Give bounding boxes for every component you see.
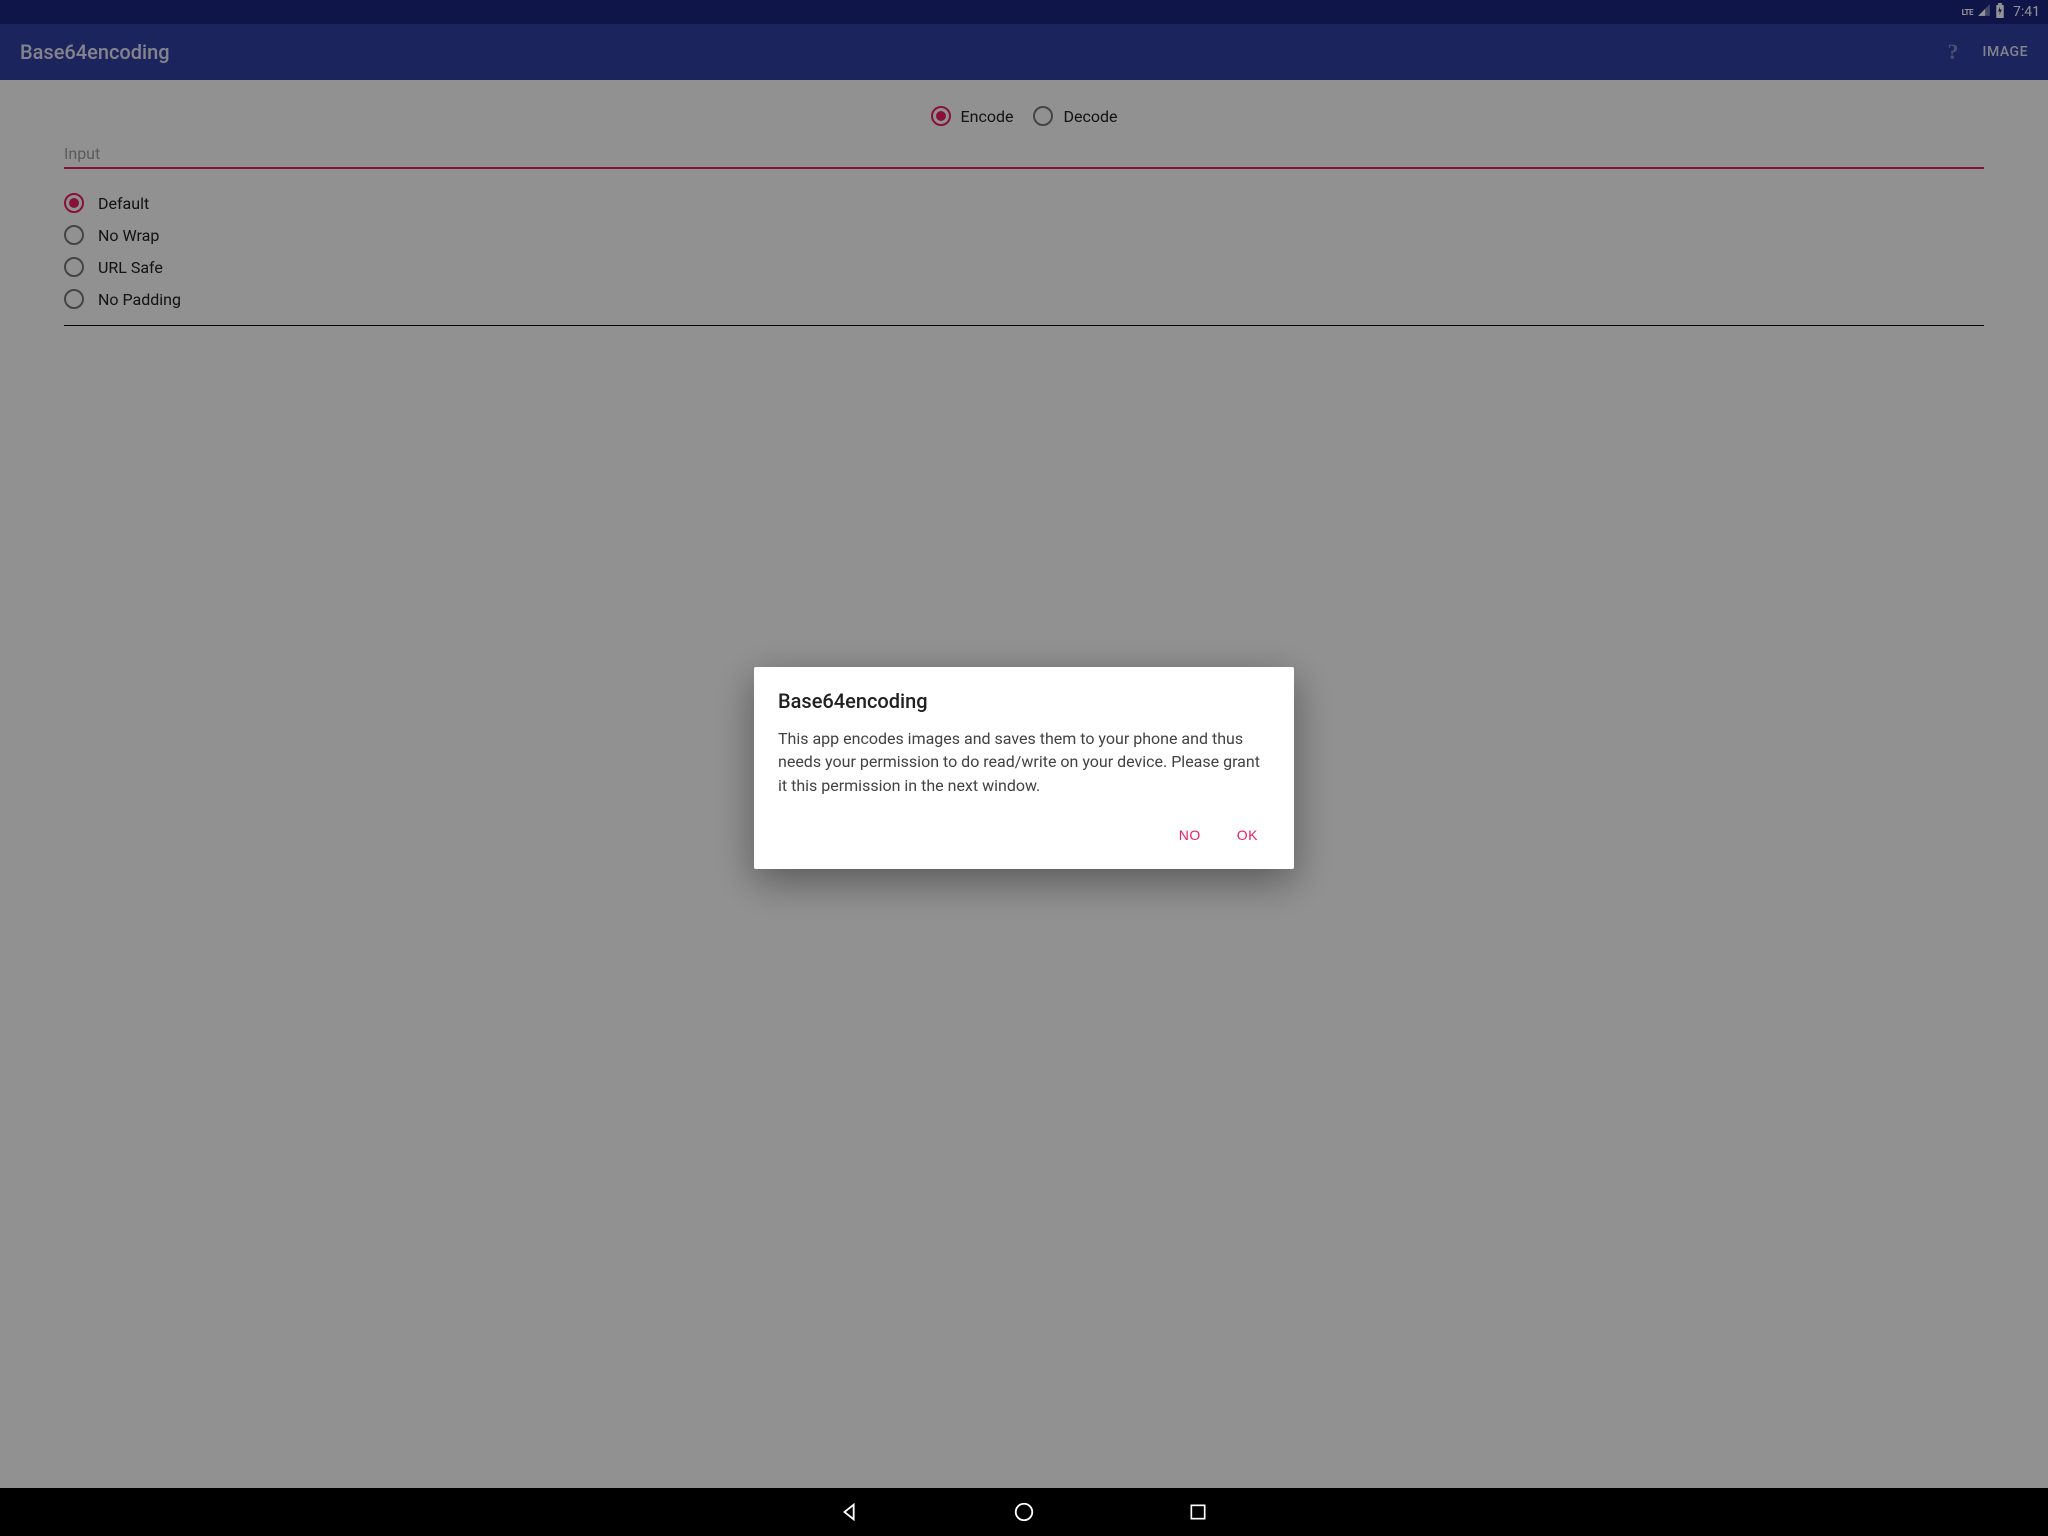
home-button[interactable] — [1012, 1500, 1036, 1524]
back-button[interactable] — [838, 1500, 862, 1524]
permission-dialog: Base64encoding This app encodes images a… — [754, 667, 1294, 869]
dialog-body: This app encodes images and saves them t… — [778, 727, 1270, 797]
dialog-actions: NO OK — [778, 813, 1270, 857]
dialog-scrim[interactable]: Base64encoding This app encodes images a… — [0, 0, 2048, 1536]
recents-button[interactable] — [1186, 1500, 1210, 1524]
ok-button[interactable]: OK — [1233, 819, 1262, 851]
no-button[interactable]: NO — [1175, 819, 1205, 851]
navigation-bar — [0, 1488, 2048, 1536]
dialog-title: Base64encoding — [778, 689, 1270, 713]
